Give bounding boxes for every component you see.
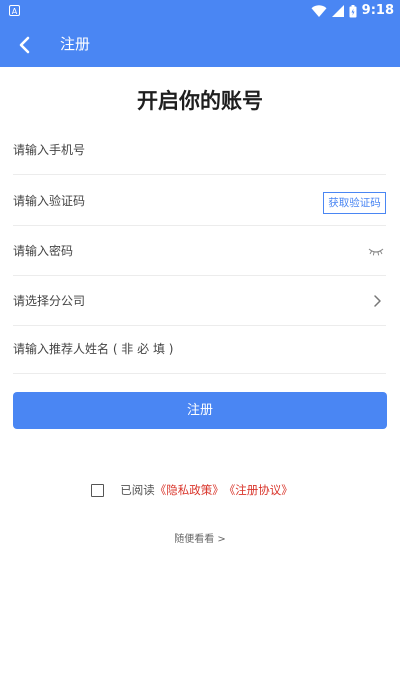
- phone-input[interactable]: [13, 125, 303, 174]
- register-button[interactable]: 注册: [13, 392, 387, 429]
- clock: 9:18: [361, 3, 394, 18]
- status-icons: 9:18: [311, 3, 394, 19]
- password-field: [13, 226, 386, 276]
- get-code-button[interactable]: 获取验证码: [323, 192, 386, 214]
- referrer-field: [13, 324, 386, 374]
- code-field: 获取验证码: [13, 176, 386, 226]
- wifi-icon: [311, 4, 327, 17]
- agreement-checkbox[interactable]: [91, 483, 105, 497]
- chevron-right-icon: [374, 295, 381, 307]
- branch-label: 请选择分公司: [13, 294, 86, 308]
- code-input[interactable]: [13, 176, 303, 225]
- password-input[interactable]: [13, 226, 303, 275]
- cell-signal-icon: [331, 5, 344, 17]
- browse-link[interactable]: 随便看看 >: [0, 530, 400, 545]
- app-bar: 注册: [0, 22, 400, 67]
- eye-closed-icon[interactable]: [368, 245, 384, 257]
- back-button[interactable]: [12, 32, 38, 58]
- page-title: 注册: [60, 35, 91, 53]
- terms-link[interactable]: 《注册协议》: [224, 482, 293, 498]
- referrer-input[interactable]: [13, 324, 303, 373]
- privacy-policy-link[interactable]: 《隐私政策》: [155, 482, 224, 498]
- heading: 开启你的账号: [137, 89, 263, 113]
- status-bar: A 9:18: [0, 0, 400, 22]
- battery-icon: [349, 4, 357, 17]
- read-label: 已阅读: [120, 483, 155, 497]
- phone-field: [13, 125, 386, 175]
- branch-selector[interactable]: 请选择分公司: [13, 276, 386, 326]
- agreement-row: 已阅读 《隐私政策》 《注册协议》: [0, 481, 400, 499]
- app-notification-icon: A: [9, 5, 20, 16]
